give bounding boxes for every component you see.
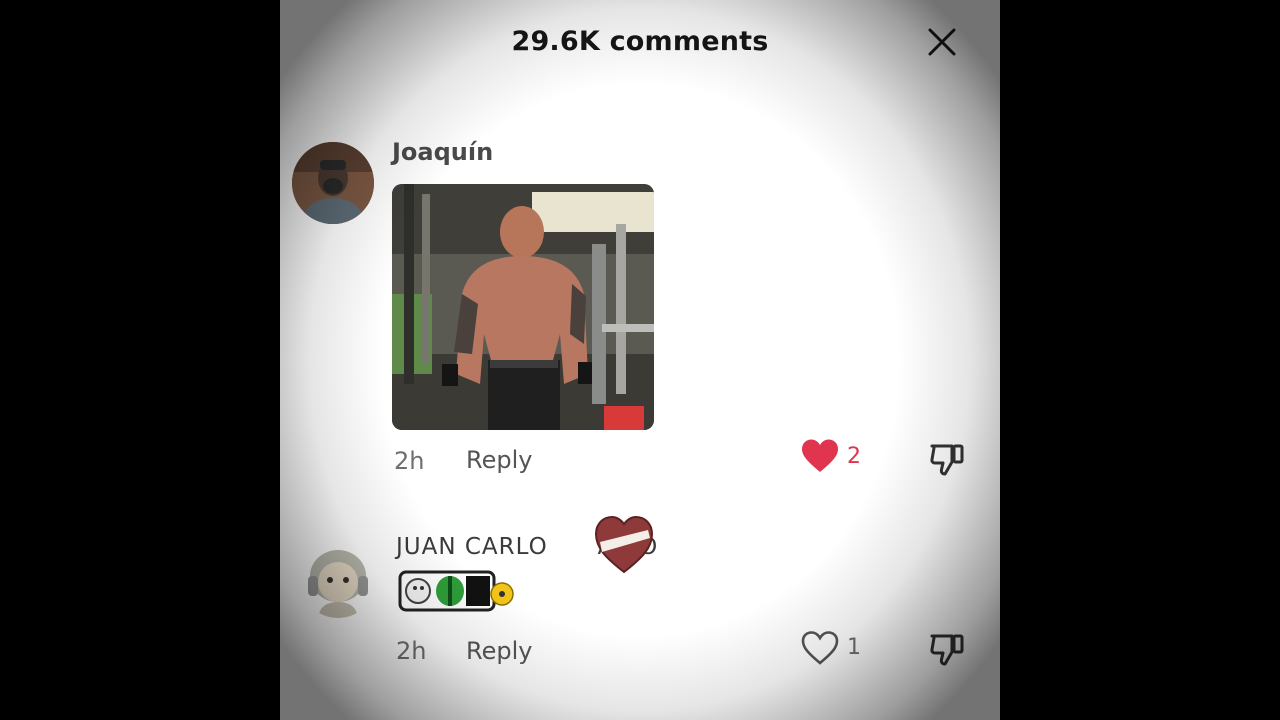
comment-username[interactable]: Joaquín [392, 138, 493, 166]
close-icon [928, 28, 956, 56]
comment-time: 2h [396, 637, 427, 665]
comments-count-title: 29.6K comments [511, 26, 769, 57]
thumbs-down-icon [930, 634, 964, 666]
thumbs-down-icon [930, 444, 964, 476]
avatar[interactable] [300, 542, 376, 618]
video-frame: 29.6K comments Joaquín 2h Reply 2 JUAN C… [0, 0, 1280, 720]
dislike-button[interactable] [928, 440, 966, 478]
comment-time: 2h [394, 447, 425, 475]
dislike-button[interactable] [928, 630, 966, 668]
avatar[interactable] [292, 142, 374, 224]
heart-emoji-icon [592, 512, 656, 576]
heart-outline-icon [801, 631, 839, 665]
reply-button[interactable]: Reply [466, 446, 532, 474]
heart-filled-icon [802, 439, 838, 472]
comment-photo[interactable] [392, 184, 654, 430]
like-button[interactable] [800, 438, 840, 474]
like-button[interactable] [800, 630, 840, 666]
like-count: 2 [847, 444, 861, 469]
comments-sheet: 29.6K comments Joaquín 2h Reply 2 JUAN C… [280, 0, 1000, 720]
like-count: 1 [847, 635, 861, 660]
close-button[interactable] [926, 26, 958, 58]
reply-button[interactable]: Reply [466, 637, 532, 665]
emoji-sticker-row [398, 568, 514, 614]
